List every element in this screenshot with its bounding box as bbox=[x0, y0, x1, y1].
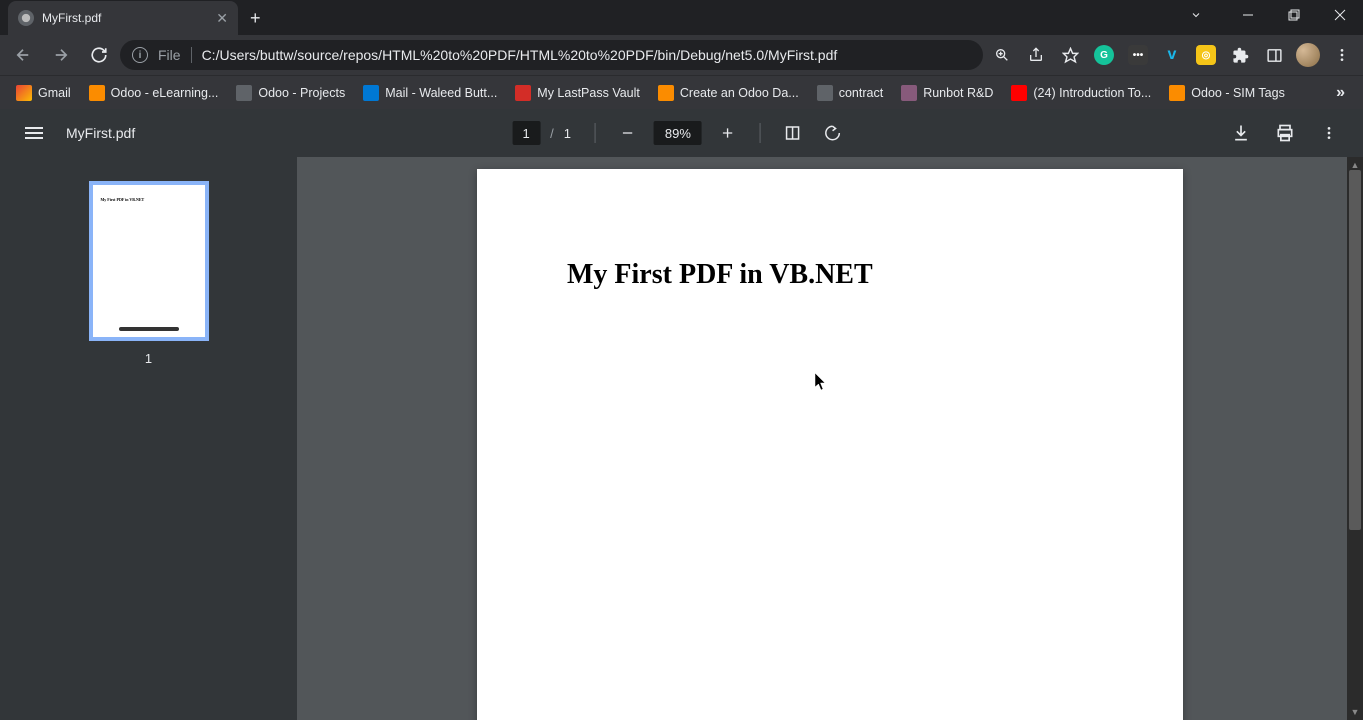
forward-button[interactable] bbox=[44, 38, 78, 72]
minimize-button[interactable] bbox=[1225, 0, 1271, 30]
bookmark-star-icon[interactable] bbox=[1055, 40, 1085, 70]
page-number-input[interactable] bbox=[512, 121, 540, 145]
page-separator: / bbox=[550, 126, 554, 141]
back-button[interactable] bbox=[6, 38, 40, 72]
page-total: 1 bbox=[564, 126, 571, 141]
close-tab-icon[interactable]: ✕ bbox=[216, 10, 228, 27]
search-in-page-icon[interactable] bbox=[987, 40, 1017, 70]
thumbnail-sidebar[interactable]: My First PDF in VB.NET 1 bbox=[0, 157, 297, 720]
zoom-level-input[interactable] bbox=[654, 121, 702, 145]
bookmark-label: Odoo - eLearning... bbox=[111, 86, 219, 100]
bookmark-label: Mail - Waleed Butt... bbox=[385, 86, 497, 100]
pdf-toolbar: MyFirst.pdf / 1 bbox=[0, 109, 1363, 157]
tab-title: MyFirst.pdf bbox=[42, 11, 208, 25]
bookmark-item[interactable]: Runbot R&D bbox=[893, 81, 1001, 105]
site-info-icon[interactable]: i bbox=[132, 47, 148, 63]
extensions-puzzle-icon[interactable] bbox=[1225, 40, 1255, 70]
toolbar-divider bbox=[760, 123, 761, 143]
bookmark-favicon-icon bbox=[363, 85, 379, 101]
page-thumbnail[interactable]: My First PDF in VB.NET bbox=[89, 181, 209, 341]
bookmark-item[interactable]: Gmail bbox=[8, 81, 79, 105]
bookmark-label: contract bbox=[839, 86, 883, 100]
sidebar-toggle-button[interactable] bbox=[16, 115, 52, 151]
close-window-button[interactable] bbox=[1317, 0, 1363, 30]
side-panel-icon[interactable] bbox=[1259, 40, 1289, 70]
profile-avatar[interactable] bbox=[1293, 40, 1323, 70]
tab-search-button[interactable] bbox=[1173, 0, 1219, 30]
extension-other-icon[interactable]: ◎ bbox=[1191, 40, 1221, 70]
document-heading: My First PDF in VB.NET bbox=[567, 259, 1093, 291]
pdf-page: My First PDF in VB.NET bbox=[477, 169, 1183, 720]
url-text: C:/Users/buttw/source/repos/HTML%20to%20… bbox=[202, 47, 971, 63]
bookmark-favicon-icon bbox=[1169, 85, 1185, 101]
bookmark-label: (24) Introduction To... bbox=[1033, 86, 1151, 100]
bookmarks-overflow-button[interactable]: » bbox=[1326, 80, 1355, 106]
rotate-button[interactable] bbox=[815, 115, 851, 151]
fit-page-button[interactable] bbox=[775, 115, 811, 151]
bookmark-favicon-icon bbox=[901, 85, 917, 101]
download-button[interactable] bbox=[1223, 115, 1259, 151]
url-scheme: File bbox=[158, 47, 192, 63]
bookmark-label: Odoo - Projects bbox=[258, 86, 345, 100]
pdf-favicon-icon bbox=[18, 10, 34, 26]
page-viewport[interactable]: My First PDF in VB.NET bbox=[297, 157, 1363, 720]
extension-lastpass-icon[interactable]: ••• bbox=[1123, 40, 1153, 70]
bookmark-item[interactable]: contract bbox=[809, 81, 891, 105]
address-bar: i File C:/Users/buttw/source/repos/HTML%… bbox=[0, 35, 1363, 75]
bookmark-item[interactable]: Odoo - SIM Tags bbox=[1161, 81, 1293, 105]
bookmark-item[interactable]: Mail - Waleed Butt... bbox=[355, 81, 505, 105]
bookmark-favicon-icon bbox=[658, 85, 674, 101]
extension-vimeo-icon[interactable]: v bbox=[1157, 40, 1187, 70]
bookmark-favicon-icon bbox=[817, 85, 833, 101]
url-field[interactable]: i File C:/Users/buttw/source/repos/HTML%… bbox=[120, 40, 983, 70]
bookmarks-bar: Gmail Odoo - eLearning... Odoo - Projects M… bbox=[0, 75, 1363, 109]
bookmark-label: Odoo - SIM Tags bbox=[1191, 86, 1285, 100]
thumbnail-footer-bar bbox=[119, 327, 179, 331]
new-tab-button[interactable]: + bbox=[250, 8, 261, 29]
thumbnail-label: 1 bbox=[145, 351, 152, 366]
bookmark-label: Create an Odoo Da... bbox=[680, 86, 799, 100]
bookmark-item[interactable]: Create an Odoo Da... bbox=[650, 81, 807, 105]
pdf-filename: MyFirst.pdf bbox=[66, 125, 135, 141]
browser-tab[interactable]: MyFirst.pdf ✕ bbox=[8, 1, 238, 35]
bookmark-label: Runbot R&D bbox=[923, 86, 993, 100]
pdf-more-menu-icon[interactable] bbox=[1311, 115, 1347, 151]
zoom-in-button[interactable] bbox=[710, 115, 746, 151]
reload-button[interactable] bbox=[82, 38, 116, 72]
pdf-viewer: My First PDF in VB.NET 1 My First PDF in… bbox=[0, 157, 1363, 720]
bookmark-favicon-icon bbox=[515, 85, 531, 101]
thumbnail-preview-text: My First PDF in VB.NET bbox=[101, 197, 197, 202]
bookmark-item[interactable]: Odoo - eLearning... bbox=[81, 81, 227, 105]
maximize-button[interactable] bbox=[1271, 0, 1317, 30]
bookmark-favicon-icon bbox=[16, 85, 32, 101]
bookmark-favicon-icon bbox=[89, 85, 105, 101]
share-icon[interactable] bbox=[1021, 40, 1051, 70]
bookmark-item[interactable]: (24) Introduction To... bbox=[1003, 81, 1159, 105]
extension-grammarly-icon[interactable]: G bbox=[1089, 40, 1119, 70]
scroll-down-arrow[interactable]: ▼ bbox=[1347, 704, 1363, 720]
scrollbar-thumb[interactable] bbox=[1349, 170, 1361, 530]
zoom-out-button[interactable] bbox=[610, 115, 646, 151]
chrome-menu-icon[interactable] bbox=[1327, 40, 1357, 70]
toolbar-divider bbox=[595, 123, 596, 143]
bookmark-label: My LastPass Vault bbox=[537, 86, 640, 100]
window-titlebar: MyFirst.pdf ✕ + bbox=[0, 0, 1363, 35]
bookmark-item[interactable]: My LastPass Vault bbox=[507, 81, 648, 105]
bookmark-label: Gmail bbox=[38, 86, 71, 100]
bookmark-favicon-icon bbox=[1011, 85, 1027, 101]
bookmark-favicon-icon bbox=[236, 85, 252, 101]
print-button[interactable] bbox=[1267, 115, 1303, 151]
window-controls bbox=[1173, 0, 1363, 35]
bookmark-item[interactable]: Odoo - Projects bbox=[228, 81, 353, 105]
